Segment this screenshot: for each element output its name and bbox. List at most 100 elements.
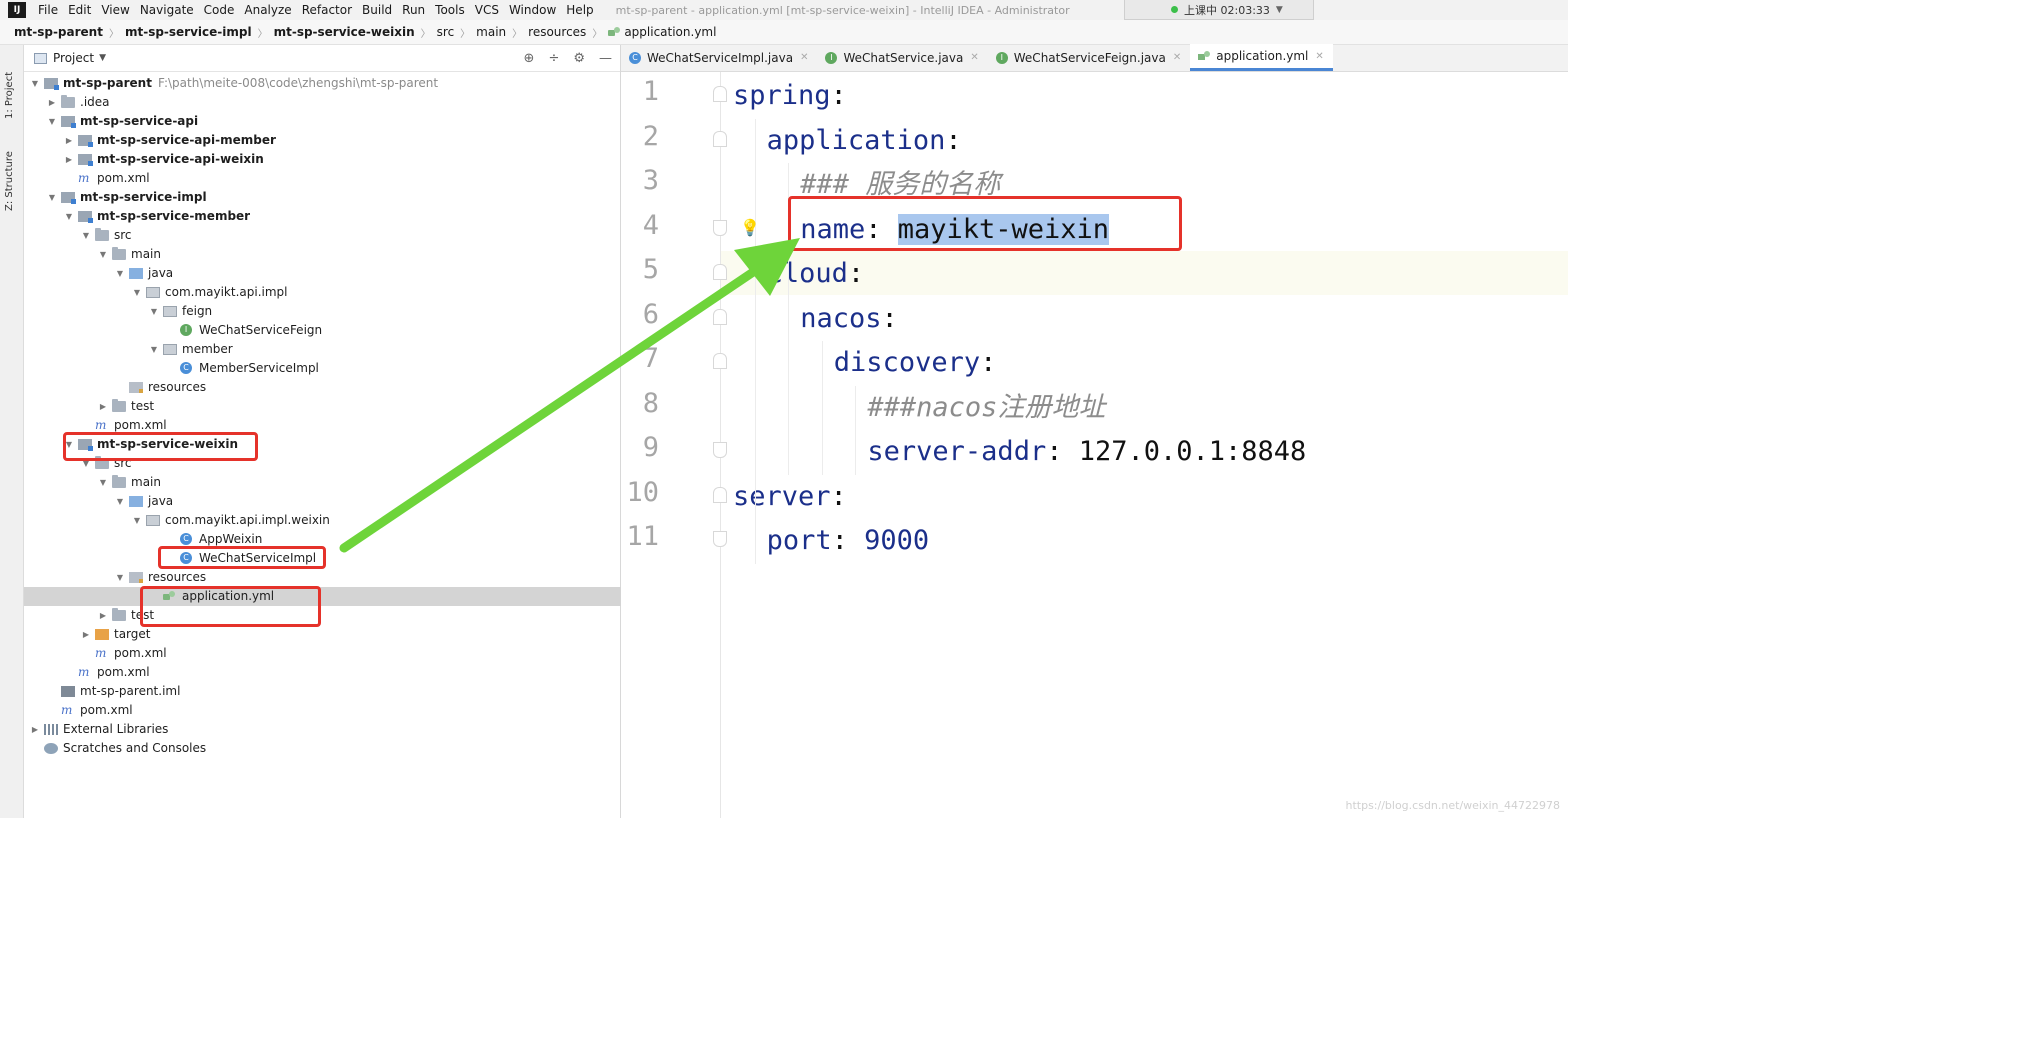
tree-row[interactable]: ▶ test [24,397,621,416]
tree-row[interactable]: ▼ java [24,264,621,283]
minimize-icon[interactable]: — [599,51,612,66]
editor-tab[interactable]: I WeChatServiceFeign.java ✕ [988,44,1190,71]
collapse-icon[interactable]: ÷ [548,51,559,66]
collapse-arrow-icon[interactable]: ▶ [81,625,91,644]
menu-analyze[interactable]: Analyze [244,3,291,17]
expand-arrow-icon[interactable]: ▼ [149,302,159,321]
tree-row[interactable]: ▶ .idea [24,93,621,112]
fold-marker-icon[interactable] [713,219,727,236]
editor-tab[interactable]: I WeChatService.java ✕ [817,44,987,71]
tree-row[interactable]: I WeChatServiceFeign [24,321,621,340]
tree-row[interactable]: ▼ member [24,340,621,359]
tree-row[interactable]: m pom.xml [24,644,621,663]
expand-arrow-icon[interactable]: ▼ [149,340,159,359]
collapse-arrow-icon[interactable]: ▶ [30,720,40,739]
menu-run[interactable]: Run [402,3,425,17]
menu-window[interactable]: Window [509,3,556,17]
fold-marker-icon[interactable] [713,442,727,458]
close-icon[interactable]: ✕ [800,52,808,63]
breadcrumb-item[interactable]: mt-sp-service-impl [125,25,252,39]
expand-arrow-icon[interactable]: ▼ [98,245,108,264]
editor-tab[interactable]: application.yml ✕ [1190,44,1333,71]
breadcrumb-item[interactable]: application.yml [624,25,716,39]
intellij-app-icon[interactable]: IJ [8,2,26,18]
side-tab-structure[interactable]: Z: Structure [4,135,20,211]
tree-row[interactable]: ▼ com.mayikt.api.impl [24,283,621,302]
tree-row[interactable]: m pom.xml [24,169,621,188]
menu-build[interactable]: Build [362,3,392,17]
tree-row[interactable]: C MemberServiceImpl [24,359,621,378]
collapse-arrow-icon[interactable]: ▶ [98,606,108,625]
tree-row[interactable]: ▼ mt-sp-parent F:\path\meite-008\code\zhen… [24,74,621,93]
menu-refactor[interactable]: Refactor [302,3,352,17]
expand-arrow-icon[interactable]: ▼ [30,74,40,93]
code-editor[interactable]: spring: application: ### 服务的名称 name: mayikt… [733,72,1568,818]
close-icon[interactable]: ✕ [1315,51,1323,62]
menu-navigate[interactable]: Navigate [140,3,194,17]
tree-row[interactable]: ▶ test [24,606,621,625]
tree-row[interactable]: ▶ mt-sp-service-api-weixin [24,150,621,169]
expand-arrow-icon[interactable]: ▼ [98,473,108,492]
expand-arrow-icon[interactable]: ▼ [47,188,57,207]
tree-row[interactable]: Scratches and Consoles [24,739,621,758]
project-panel-title[interactable]: Project [53,51,94,65]
fold-marker-icon[interactable] [713,86,727,102]
breadcrumb-item[interactable]: main [476,25,506,39]
fold-marker-icon[interactable] [713,486,727,503]
menu-edit[interactable]: Edit [68,3,91,17]
tree-row[interactable]: ▼ mt-sp-service-member [24,207,621,226]
close-icon[interactable]: ✕ [1173,52,1181,63]
tree-row[interactable]: ▼ resources [24,568,621,587]
menu-code[interactable]: Code [204,3,235,17]
tree-row[interactable]: mt-sp-parent.iml [24,682,621,701]
expand-arrow-icon[interactable]: ▼ [81,226,91,245]
chevron-down-icon[interactable]: ▼ [99,53,106,63]
tree-row[interactable]: ▶ target [24,625,621,644]
tree-row[interactable]: ▶ External Libraries [24,720,621,739]
tree-row[interactable]: m pom.xml [24,663,621,682]
collapse-arrow-icon[interactable]: ▶ [47,93,57,112]
menu-tools[interactable]: Tools [435,3,465,17]
fold-marker-icon[interactable] [713,353,727,369]
class-status-widget[interactable]: 上课中 02:03:33 ▼ [1124,0,1314,20]
fold-marker-icon[interactable] [713,264,727,280]
menu-view[interactable]: View [101,3,129,17]
collapse-arrow-icon[interactable]: ▶ [98,397,108,416]
collapse-arrow-icon[interactable]: ▶ [64,150,74,169]
editor-tab[interactable]: C WeChatServiceImpl.java ✕ [621,44,817,71]
tree-row[interactable]: application.yml [24,587,621,606]
side-tab-project[interactable]: 1: Project [4,53,20,119]
expand-arrow-icon[interactable]: ▼ [132,283,142,302]
expand-arrow-icon[interactable]: ▼ [64,207,74,226]
breadcrumb-item[interactable]: mt-sp-service-weixin [274,25,415,39]
chevron-down-icon[interactable]: ▼ [1276,5,1283,15]
tree-row[interactable]: ▶ mt-sp-service-api-member [24,131,621,150]
tree-row[interactable]: ▼ mt-sp-service-impl [24,188,621,207]
fold-marker-icon[interactable] [713,130,727,147]
close-icon[interactable]: ✕ [970,52,978,63]
lightbulb-icon[interactable]: 💡 [740,218,760,237]
collapse-arrow-icon[interactable]: ▶ [64,131,74,150]
expand-arrow-icon[interactable]: ▼ [115,492,125,511]
expand-arrow-icon[interactable]: ▼ [115,264,125,283]
tree-row[interactable]: ▼ java [24,492,621,511]
expand-arrow-icon[interactable]: ▼ [47,112,57,131]
menu-vcs[interactable]: VCS [475,3,499,17]
tree-row[interactable]: ▼ main [24,473,621,492]
fold-marker-icon[interactable] [713,308,727,325]
tree-row[interactable]: ▼ src [24,226,621,245]
breadcrumb-item[interactable]: mt-sp-parent [14,25,103,39]
tree-row[interactable]: resources [24,378,621,397]
breadcrumb-item[interactable]: resources [528,25,586,39]
fold-marker-icon[interactable] [713,531,727,547]
gear-icon[interactable]: ⚙ [573,51,585,66]
tree-row[interactable]: ▼ com.mayikt.api.impl.weixin [24,511,621,530]
crosshair-icon[interactable]: ⊕ [524,51,535,66]
tree-row[interactable]: m pom.xml [24,701,621,720]
tree-row[interactable]: ▼ feign [24,302,621,321]
tree-row[interactable]: ▼ mt-sp-service-api [24,112,621,131]
menu-file[interactable]: File [38,3,58,17]
expand-arrow-icon[interactable]: ▼ [115,568,125,587]
expand-arrow-icon[interactable]: ▼ [132,511,142,530]
breadcrumb-item[interactable]: src [437,25,455,39]
